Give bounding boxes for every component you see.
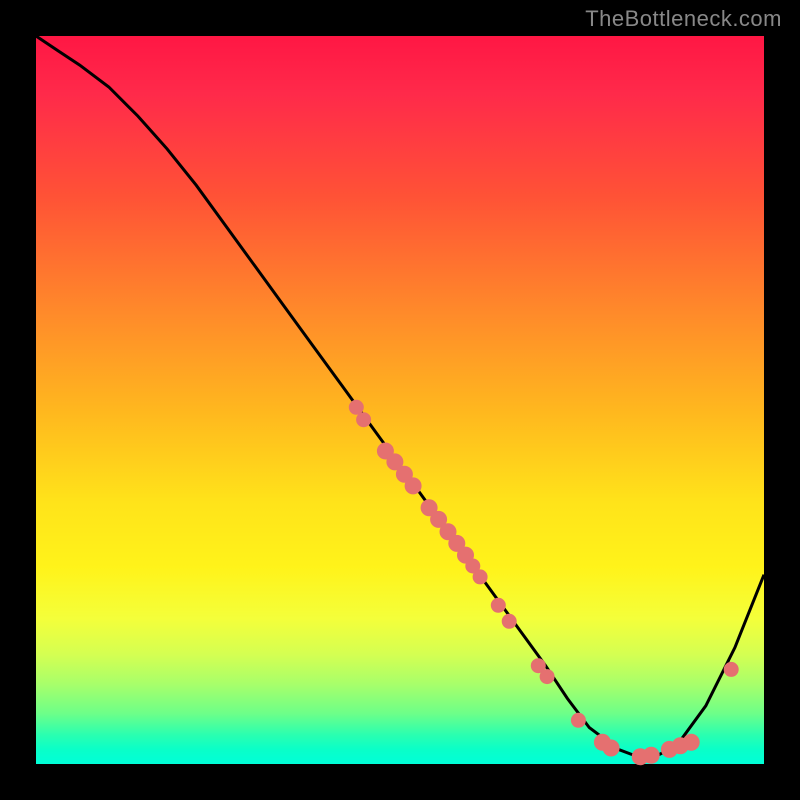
data-dot xyxy=(603,740,619,756)
data-dot xyxy=(405,478,421,494)
data-dot xyxy=(349,400,363,414)
data-dot xyxy=(571,713,585,727)
chart-svg xyxy=(36,36,764,764)
data-dot xyxy=(473,570,487,584)
data-dot xyxy=(643,747,659,763)
plot-area xyxy=(36,36,764,764)
data-dot xyxy=(540,670,554,684)
data-dot xyxy=(357,413,371,427)
watermark-text: TheBottleneck.com xyxy=(585,6,782,32)
data-dot xyxy=(502,614,516,628)
data-dot xyxy=(491,598,505,612)
chart-frame: TheBottleneck.com xyxy=(0,0,800,800)
data-dots xyxy=(349,400,738,764)
bottleneck-curve xyxy=(36,36,764,760)
data-dot xyxy=(724,662,738,676)
data-dot xyxy=(683,734,699,750)
